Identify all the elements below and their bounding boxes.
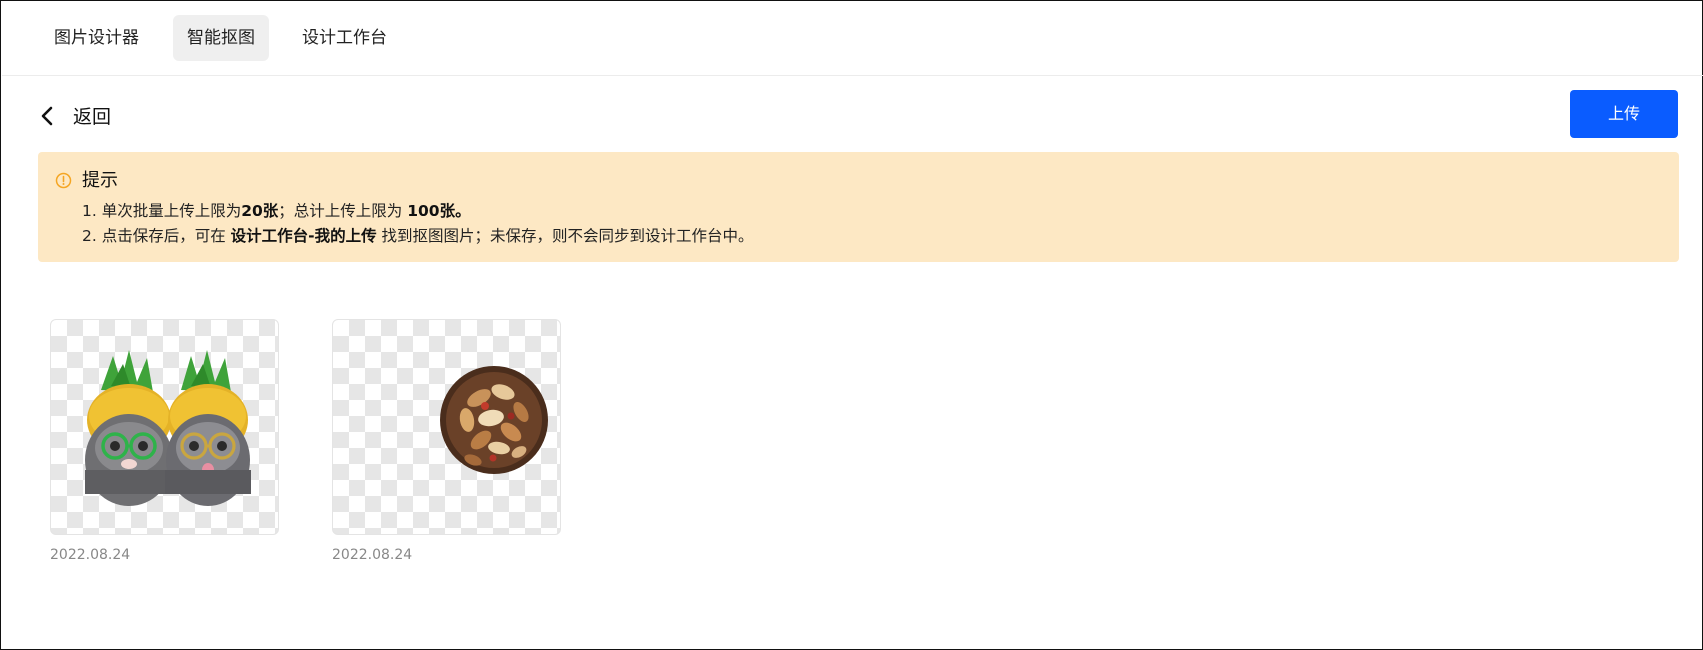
- tip-title: 提示: [82, 170, 118, 191]
- app-window: 图片设计器 智能抠图 设计工作台 返回 上传 提示 1. 单次批量上传上限为20…: [0, 0, 1703, 650]
- tip-line-1-text: 1. 单次批量上传上限为: [82, 202, 242, 220]
- image-date: 2022.08.24: [50, 547, 131, 563]
- tip-line-2-text: 2. 点击保存后，可在: [82, 227, 231, 245]
- tip-line-1-bold-a: 20张: [241, 202, 279, 220]
- nuts-bowl-illustration: [440, 366, 548, 474]
- tip-line-1-bold-b: 100张。: [407, 202, 471, 220]
- tab-design-workbench[interactable]: 设计工作台: [288, 15, 401, 61]
- kittens-illustration: [85, 350, 251, 506]
- chevron-left-icon: [37, 99, 61, 131]
- tip-banner: 提示 1. 单次批量上传上限为20张；总计上传上限为 100张。 2. 点击保存…: [38, 152, 1679, 262]
- image-date: 2022.08.24: [332, 547, 413, 563]
- back-button[interactable]: 返回: [37, 99, 111, 131]
- image-card: 2022.08.24: [50, 319, 279, 563]
- top-nav: 图片设计器 智能抠图 设计工作台: [2, 2, 1703, 76]
- image-thumbnail-kittens[interactable]: [50, 319, 279, 535]
- back-label: 返回: [73, 105, 112, 128]
- upload-button[interactable]: 上传: [1570, 90, 1678, 138]
- image-card: 2022.08.24: [332, 319, 561, 563]
- tip-line-2: 2. 点击保存后，可在 设计工作台-我的上传 找到抠图图片；未保存，则不会同步到…: [82, 224, 754, 246]
- tip-line-2-bold: 设计工作台-我的上传: [230, 227, 377, 245]
- tab-smart-cutout[interactable]: 智能抠图: [173, 15, 269, 61]
- info-circle-icon: [55, 172, 72, 193]
- tip-line-2-text-b: 找到抠图图片；未保存，则不会同步到设计工作台中。: [376, 227, 754, 245]
- image-thumbnail-nuts[interactable]: [332, 319, 561, 535]
- tip-line-1-text-b: ；总计上传上限为: [278, 202, 408, 220]
- tab-image-designer[interactable]: 图片设计器: [40, 15, 153, 61]
- tip-line-1: 1. 单次批量上传上限为20张；总计上传上限为 100张。: [82, 199, 471, 221]
